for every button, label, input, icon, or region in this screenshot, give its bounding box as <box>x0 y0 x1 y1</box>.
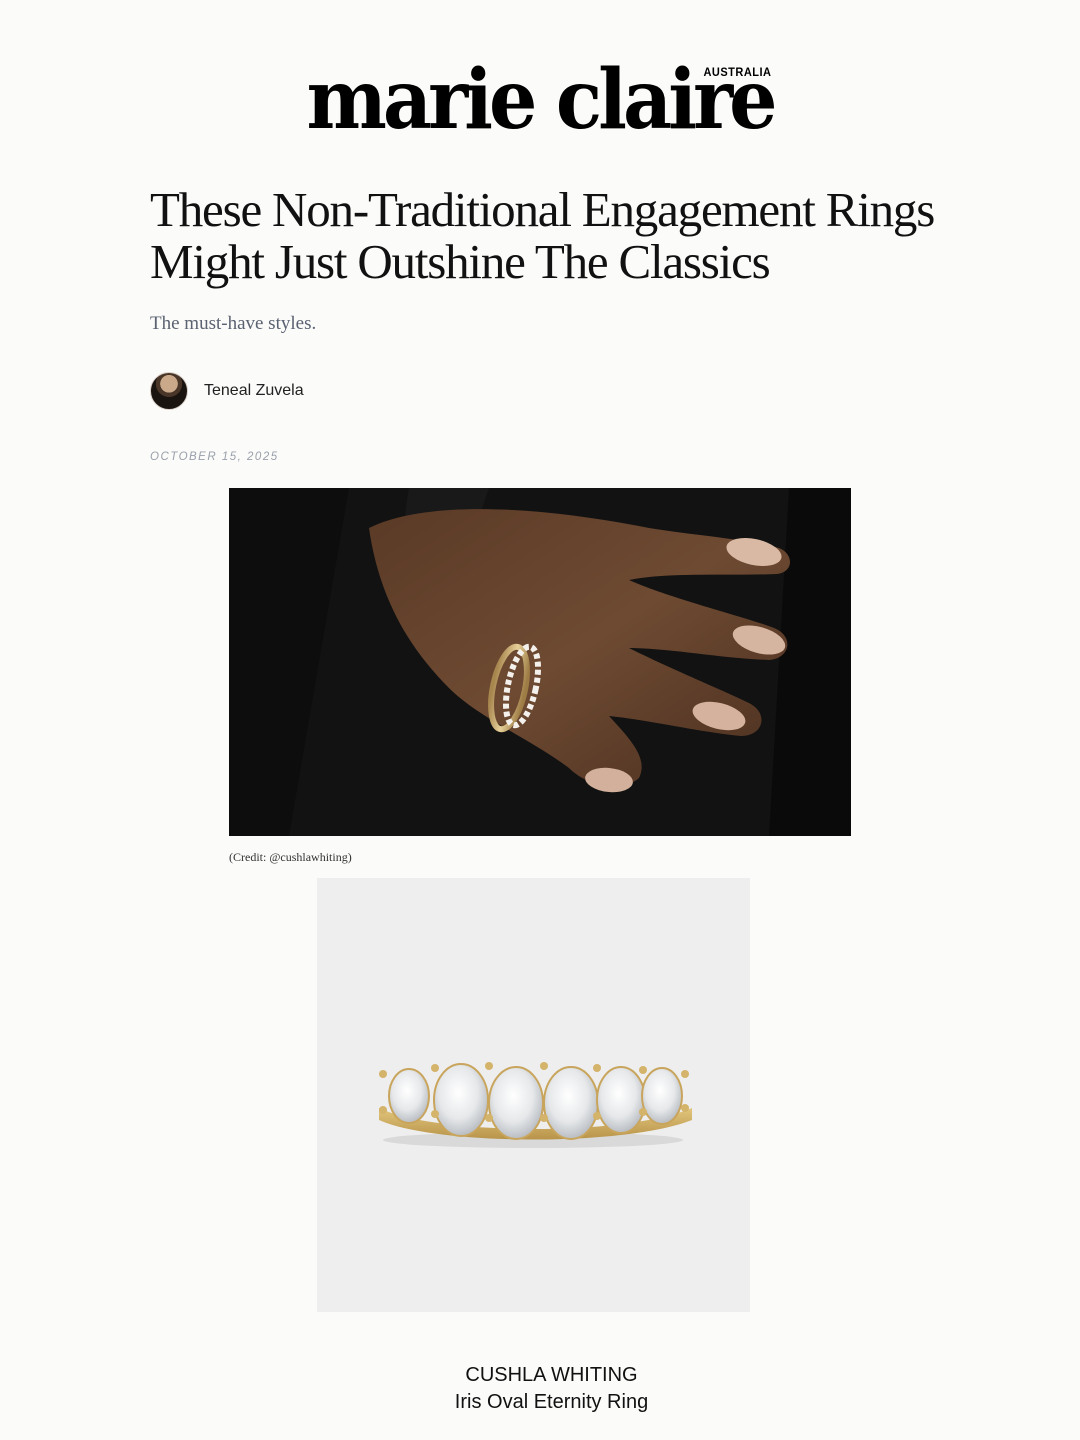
author-avatar[interactable] <box>150 372 188 410</box>
product-name[interactable]: Iris Oval Eternity Ring <box>0 1391 1080 1414</box>
publish-date: OCTOBER 15, 2025 <box>150 451 279 463</box>
site-logo[interactable]: marie claire AUSTRALIA <box>0 58 1080 141</box>
logo-region: AUSTRALIA <box>703 66 772 80</box>
product-brand[interactable]: CUSHLA WHITING <box>0 1364 1080 1387</box>
author-name[interactable]: Teneal Zuvela <box>204 382 304 400</box>
logo-wordmark: marie claire AUSTRALIA <box>306 58 777 141</box>
article-headline: These Non-Traditional Engagement Rings M… <box>150 182 935 289</box>
hero-credit: (Credit: @cushlawhiting) <box>229 850 352 864</box>
hero-image <box>229 488 851 836</box>
byline: Teneal Zuvela <box>150 372 304 410</box>
article-subhead: The must-have styles. <box>150 313 317 334</box>
product-image[interactable] <box>317 878 750 1312</box>
